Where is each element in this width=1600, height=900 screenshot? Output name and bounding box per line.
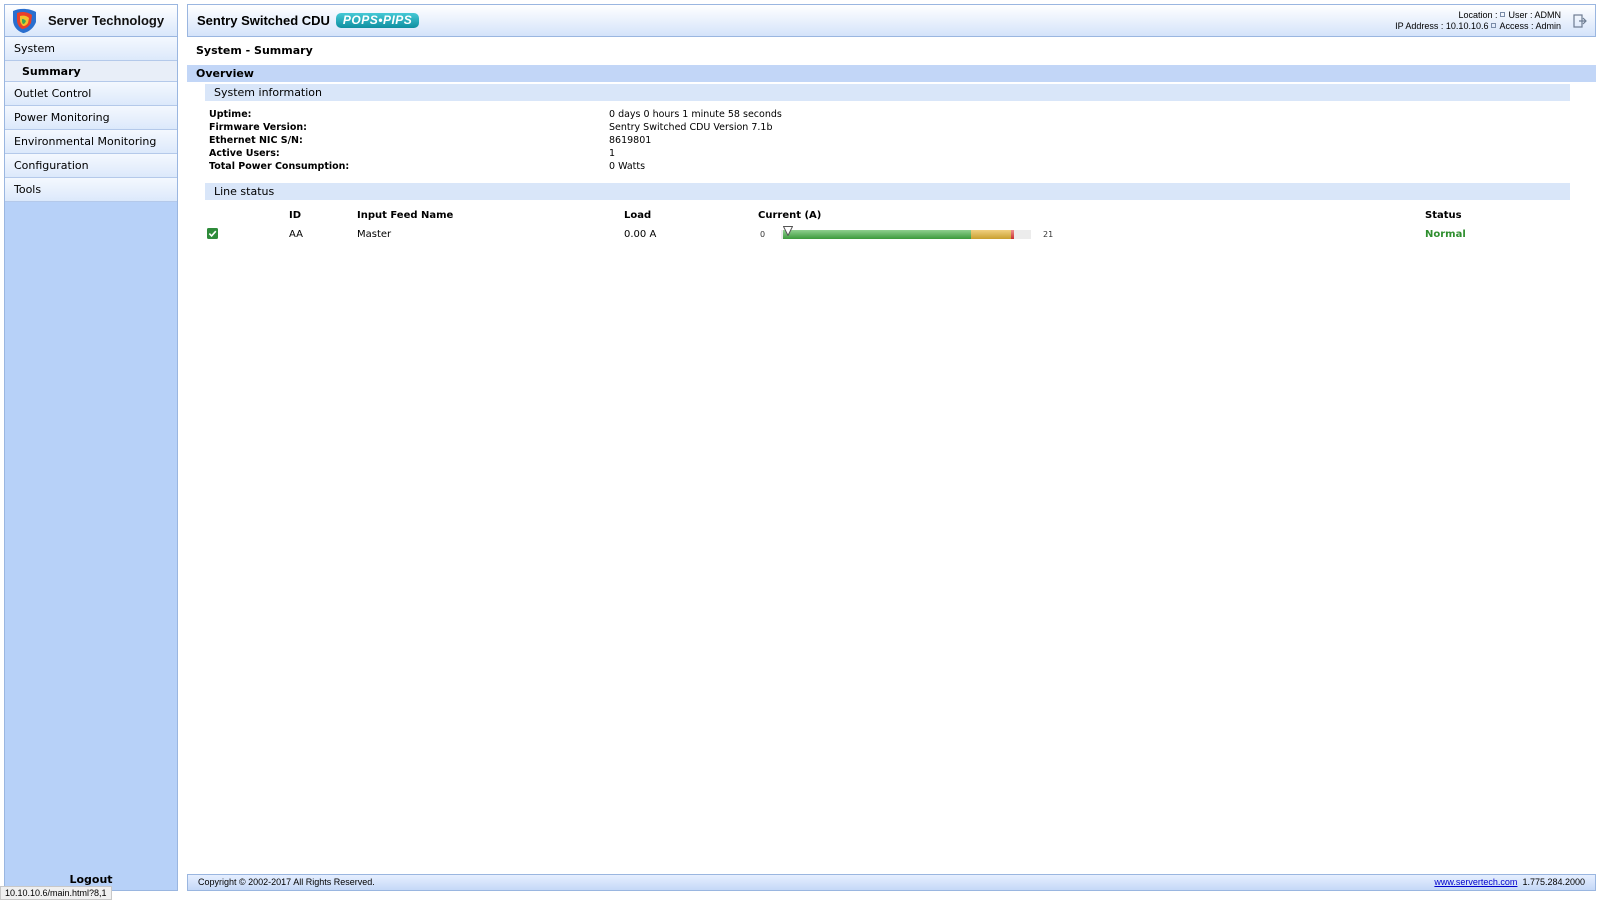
- sidebar-item-system[interactable]: System: [5, 37, 177, 61]
- column-header-current: Current (A): [758, 210, 822, 221]
- logout-link[interactable]: Logout: [5, 873, 177, 886]
- info-row-uptime: Uptime: 0 days 0 hours 1 minute 58 secon…: [209, 108, 1596, 121]
- info-label: Active Users:: [209, 148, 280, 159]
- system-information-list: Uptime: 0 days 0 hours 1 minute 58 secon…: [209, 108, 1596, 173]
- info-label: Ethernet NIC S/N:: [209, 135, 303, 146]
- sidebar-item-configuration[interactable]: Configuration: [5, 154, 177, 178]
- brand-name: Server Technology: [48, 13, 165, 28]
- gauge-marker-icon: [783, 226, 793, 236]
- sidebar-item-summary[interactable]: Summary: [5, 61, 177, 82]
- column-header-id: ID: [289, 210, 302, 221]
- brand-header: Server Technology: [5, 5, 177, 37]
- row-id: AA: [289, 229, 303, 240]
- info-value: Sentry Switched CDU Version 7.1b: [609, 122, 773, 133]
- exit-icon[interactable]: [1573, 14, 1587, 28]
- location-label: Location :: [1458, 10, 1498, 20]
- overview-heading: Overview: [187, 65, 1596, 82]
- sidebar-item-environmental-monitoring[interactable]: Environmental Monitoring: [5, 130, 177, 154]
- column-header-feed-name: Input Feed Name: [357, 210, 454, 221]
- gauge-green-zone: [783, 230, 972, 239]
- gauge-yellow-zone: [971, 230, 1011, 239]
- info-row-firmware: Firmware Version: Sentry Switched CDU Ve…: [209, 121, 1596, 134]
- info-row-total-power: Total Power Consumption: 0 Watts: [209, 160, 1596, 173]
- line-status-heading: Line status: [205, 183, 1570, 200]
- footer: Copyright © 2002-2017 All Rights Reserve…: [187, 874, 1596, 891]
- current-gauge: [781, 230, 1031, 239]
- pops-pips-badge: POPS•PIPS: [335, 13, 420, 28]
- copyright-text: Copyright © 2002-2017 All Rights Reserve…: [198, 877, 375, 887]
- info-value: 0 days 0 hours 1 minute 58 seconds: [609, 109, 782, 120]
- access-label: Access : Admin: [1499, 21, 1561, 31]
- row-load: 0.00 A: [624, 229, 657, 240]
- gauge-max-label: 21: [1043, 230, 1054, 239]
- main-panel: Sentry Switched CDU POPS•PIPS Location :…: [187, 4, 1596, 891]
- row-feed-name: Master: [357, 229, 392, 240]
- info-label: Total Power Consumption:: [209, 161, 350, 172]
- product-title: Sentry Switched CDU: [197, 13, 330, 28]
- sidebar: Server Technology System Summary Outlet …: [4, 4, 178, 891]
- info-row-active-users: Active Users: 1: [209, 147, 1596, 160]
- user-label: User : ADMN: [1508, 10, 1561, 20]
- column-header-load: Load: [624, 210, 652, 221]
- top-header: Sentry Switched CDU POPS•PIPS Location :…: [187, 4, 1596, 37]
- separator-icon: [1491, 23, 1497, 28]
- page-title: System - Summary: [196, 44, 313, 57]
- footer-contact: www.servertech.com 1.775.284.2000: [1434, 875, 1585, 890]
- info-label: Firmware Version:: [209, 122, 307, 133]
- checkbox-checked-icon[interactable]: [207, 228, 218, 239]
- status-bar-url: 10.10.10.6/main.html?8,1: [0, 886, 112, 900]
- ip-address-label: IP Address : 10.10.10.6: [1395, 21, 1489, 31]
- gauge-red-zone: [1010, 230, 1015, 239]
- session-info: Location : User : ADMN IP Address : 10.10…: [1395, 10, 1561, 32]
- server-technology-logo-icon: [13, 8, 36, 33]
- sidebar-item-power-monitoring[interactable]: Power Monitoring: [5, 106, 177, 130]
- column-header-status: Status: [1425, 210, 1462, 221]
- info-value: 0 Watts: [609, 161, 646, 172]
- separator-icon: [1500, 12, 1506, 17]
- info-value: 8619801: [609, 135, 652, 146]
- system-information-heading: System information: [205, 84, 1570, 101]
- sidebar-item-outlet-control[interactable]: Outlet Control: [5, 82, 177, 106]
- info-value: 1: [609, 148, 616, 159]
- info-row-nic-serial: Ethernet NIC S/N: 8619801: [209, 134, 1596, 147]
- line-status-table: ID Input Feed Name Load Current (A) Stat…: [205, 210, 1596, 250]
- gauge-min-label: 0: [760, 230, 766, 239]
- phone-number: 1.775.284.2000: [1522, 877, 1585, 887]
- servertech-website-link[interactable]: www.servertech.com: [1434, 877, 1517, 887]
- status-badge: Normal: [1425, 229, 1466, 240]
- sidebar-item-tools[interactable]: Tools: [5, 178, 177, 202]
- info-label: Uptime:: [209, 109, 252, 120]
